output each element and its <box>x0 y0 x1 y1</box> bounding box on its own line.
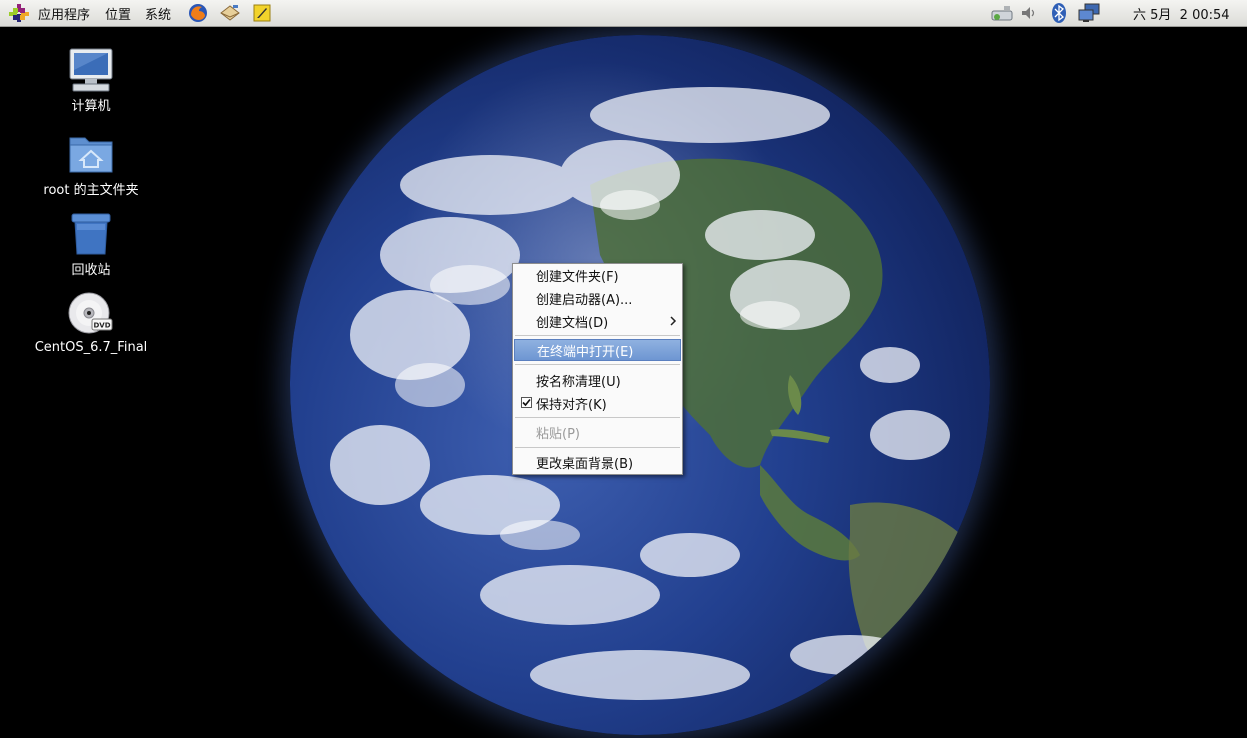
notes-launcher[interactable] <box>250 0 274 26</box>
firefox-icon <box>189 4 207 22</box>
menu-separator <box>515 447 680 448</box>
menu-item-label: 粘贴(P) <box>536 426 580 442</box>
bluetooth-status[interactable] <box>1050 0 1068 26</box>
chevron-right-icon <box>670 316 677 326</box>
menu-item-label: 创建文档(D) <box>536 315 609 331</box>
trash-icon <box>71 213 111 255</box>
menu-item-change-background[interactable]: 更改桌面背景(B) <box>514 451 681 473</box>
menu-item-create-document[interactable]: 创建文档(D) <box>514 310 681 332</box>
desktop-context-menu: 创建文件夹(F) 创建启动器(A)... 创建文档(D) 在终端中打开(E) 按… <box>512 263 683 475</box>
svg-text:DVD: DVD <box>93 322 110 330</box>
checkmark-icon <box>521 397 532 408</box>
top-panel: 应用程序 位置 系统 六 5月 2 00:54 <box>0 0 1247 27</box>
menu-separator <box>515 335 680 336</box>
menu-item-open-terminal[interactable]: 在终端中打开(E) <box>514 339 681 361</box>
centos-logo-icon <box>9 4 29 22</box>
menu-item-keep-aligned[interactable]: 保持对齐(K) <box>514 392 681 414</box>
menu-separator <box>515 417 680 418</box>
applications-menu[interactable]: 应用程序 <box>8 0 90 26</box>
system-menu[interactable]: 系统 <box>145 0 171 26</box>
menu-item-create-folder[interactable]: 创建文件夹(F) <box>514 264 681 286</box>
display-icon <box>1078 3 1100 22</box>
menu-item-label: 创建启动器(A)... <box>536 292 633 308</box>
mail-launcher[interactable] <box>218 0 242 26</box>
desktop-icon-home[interactable]: root 的主文件夹 <box>21 130 161 198</box>
bluetooth-icon <box>1052 3 1066 23</box>
volume-icon <box>1022 7 1035 19</box>
display-status[interactable] <box>1077 0 1101 26</box>
desktop[interactable]: 应用程序 位置 系统 六 5月 2 00:54 计算机 root 的主文件夹 回… <box>0 0 1247 738</box>
dvd-icon: DVD <box>68 292 113 334</box>
desktop-icon-trash[interactable]: 回收站 <box>21 210 161 278</box>
home-folder-icon <box>69 137 113 173</box>
clock[interactable]: 六 5月 2 00:54 <box>1133 0 1230 26</box>
notes-icon <box>253 4 271 22</box>
desktop-icon-computer[interactable]: 计算机 <box>21 46 161 114</box>
computer-icon <box>69 48 113 92</box>
menu-item-paste: 粘贴(P) <box>514 421 681 443</box>
menu-item-clean-up-by-name[interactable]: 按名称清理(U) <box>514 369 681 391</box>
desktop-icon-dvd[interactable]: DVD CentOS_6.7_Final <box>21 291 161 355</box>
desktop-icon-label: 回收站 <box>71 263 111 278</box>
menu-item-label: 保持对齐(K) <box>536 397 607 413</box>
desktop-icon-label: CentOS_6.7_Final <box>34 340 148 355</box>
volume-control[interactable] <box>1020 0 1038 26</box>
applications-menu-label: 应用程序 <box>38 7 91 23</box>
menu-item-label: 更改桌面背景(B) <box>536 456 634 472</box>
menu-item-label: 创建文件夹(F) <box>536 269 619 285</box>
desktop-icon-label: root 的主文件夹 <box>43 183 139 198</box>
menu-separator <box>515 364 680 365</box>
firefox-launcher[interactable] <box>186 0 210 26</box>
menu-item-label: 在终端中打开(E) <box>537 344 634 360</box>
mail-icon <box>220 5 240 21</box>
places-menu[interactable]: 位置 <box>105 0 131 26</box>
network-icon <box>991 6 1013 21</box>
desktop-icon-label: 计算机 <box>71 99 111 114</box>
menu-item-label: 按名称清理(U) <box>536 374 621 390</box>
network-status[interactable] <box>990 0 1014 26</box>
menu-item-create-launcher[interactable]: 创建启动器(A)... <box>514 287 681 309</box>
